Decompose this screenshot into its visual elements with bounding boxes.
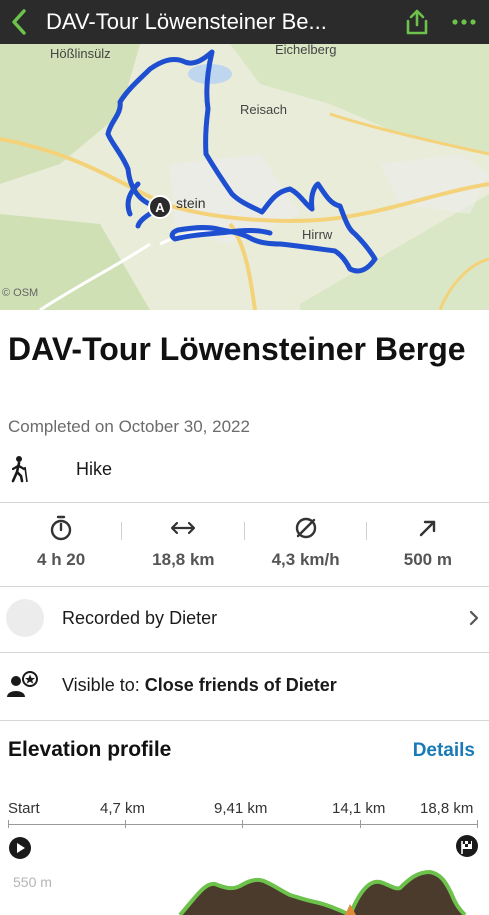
details-link[interactable]: Details	[413, 740, 475, 762]
visibility-row[interactable]: Visible to: Close friends of Dieter	[0, 654, 489, 716]
page-title: DAV-Tour Löwensteiner Be...	[46, 9, 327, 34]
friends-visibility-icon	[7, 671, 38, 697]
axis-label: Start	[8, 800, 40, 817]
activity-label: Hike	[76, 458, 113, 479]
divider	[0, 502, 489, 503]
map-label-reisach: Reisach	[240, 102, 287, 117]
elevation-title: Elevation profile	[8, 738, 172, 761]
completed-date: Completed on October 30, 2022	[8, 417, 250, 436]
stat-speed-value: 4,3 km/h	[271, 550, 340, 569]
divider	[0, 720, 489, 721]
stat-uphill: 500 m	[367, 514, 489, 574]
stat-distance: 18,8 km	[122, 514, 245, 574]
share-icon	[406, 9, 428, 35]
stat-duration-value: 4 h 20	[37, 550, 86, 569]
distance-arrows-icon	[171, 521, 196, 535]
play-pin-icon	[9, 837, 31, 859]
axis-line	[8, 824, 478, 825]
axis-label: 4,7 km	[100, 800, 146, 817]
elevation-axis: Start 4,7 km 9,41 km 14,1 km 18,8 km	[0, 800, 489, 822]
map-label-lowenstein: stein	[176, 195, 206, 211]
stopwatch-icon	[50, 515, 72, 541]
axis-label: 14,1 km	[332, 800, 386, 817]
start-marker-label: A	[155, 200, 165, 215]
stats-row: 4 h 20 18,8 km 4,3 km/h 500 m	[0, 514, 489, 574]
map-label-hirrweiler: Hirrw	[302, 227, 333, 242]
map-label-hosslinsulz: Hößlinsülz	[50, 46, 111, 61]
share-button[interactable]	[395, 0, 439, 44]
map-attribution: © OSM	[2, 287, 38, 299]
altitude-label: 550 m	[13, 874, 52, 890]
average-speed-icon	[295, 517, 316, 539]
divider	[0, 652, 489, 653]
back-button[interactable]	[0, 0, 38, 44]
stat-uphill-value: 500 m	[403, 550, 452, 569]
activity-type: Hike	[8, 452, 478, 486]
stat-duration: 4 h 20	[0, 514, 123, 574]
more-dots-icon	[452, 19, 476, 25]
start-marker[interactable]: A	[148, 195, 172, 219]
top-bar: DAV-Tour Löwensteiner Be...	[0, 0, 489, 44]
hiker-icon	[11, 456, 28, 483]
route-map[interactable]: Hößlinsülz Eichelberg Reisach stein Hirr…	[0, 44, 489, 310]
chevron-right-icon	[469, 610, 479, 626]
finish-flag-icon	[456, 835, 478, 857]
recorded-by-text: Recorded by Dieter	[62, 607, 218, 628]
recorded-by-row[interactable]: Recorded by Dieter	[0, 587, 489, 649]
chevron-left-icon	[12, 9, 26, 35]
axis-label: 9,41 km	[214, 800, 268, 817]
avatar	[6, 599, 44, 637]
elevation-chart[interactable]	[0, 860, 489, 915]
map-label-eichelberg: Eichelberg	[275, 44, 336, 57]
visibility-text: Visible to: Close friends of Dieter	[62, 674, 337, 695]
stat-speed: 4,3 km/h	[245, 514, 367, 574]
stat-distance-value: 18,8 km	[152, 550, 215, 569]
axis-label: 18,8 km	[420, 800, 474, 817]
more-button[interactable]	[439, 0, 489, 44]
tour-title: DAV-Tour Löwensteiner Berge	[8, 331, 466, 367]
uphill-arrow-icon	[419, 520, 436, 537]
